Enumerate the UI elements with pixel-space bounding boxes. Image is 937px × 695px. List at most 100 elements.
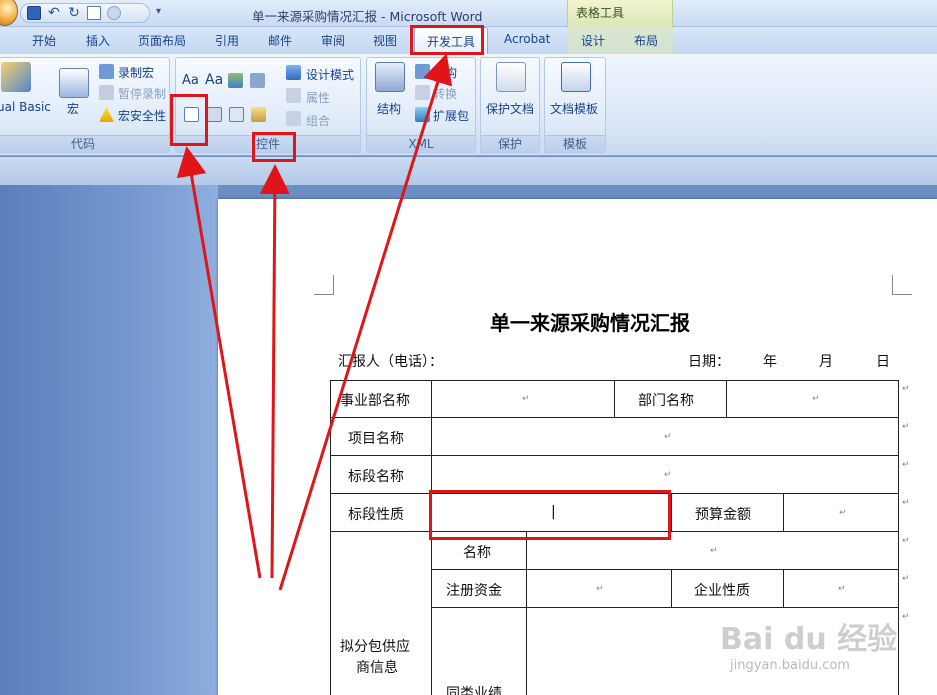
paragraph-mark: ↵ — [522, 394, 530, 404]
drop-down-list-control-icon[interactable] — [207, 107, 222, 122]
table-border — [431, 569, 899, 570]
cell-supplier-info-line2[interactable]: 商信息 — [356, 657, 398, 677]
expansion-pack-icon — [415, 107, 430, 122]
print-preview-icon[interactable] — [87, 6, 101, 20]
visual-basic-button[interactable]: ual Basic — [0, 100, 51, 114]
tab-acrobat[interactable]: Acrobat — [504, 32, 550, 52]
cell-similar-performance[interactable]: 同类业绩 — [446, 683, 502, 695]
cell-department-name[interactable]: 部门名称 — [638, 390, 694, 410]
group-icon — [286, 111, 301, 126]
cell-section-nature[interactable]: 标段性质 — [348, 504, 404, 524]
tab-home[interactable]: 开始 — [32, 32, 56, 52]
table-border — [614, 380, 615, 417]
group-button[interactable]: 组合 — [306, 112, 330, 129]
paragraph-mark: ↵ — [838, 584, 846, 594]
undo-icon[interactable]: ↶ — [47, 6, 61, 20]
year-label[interactable]: 年 — [763, 351, 777, 371]
visual-basic-icon — [1, 62, 31, 92]
ruler-area: 8 6 4 2 2 4 6 8 10 12 14 16 18 20 22 24 … — [0, 157, 937, 335]
table-tools-label: 表格工具 — [576, 6, 625, 20]
highlight-table-cell — [429, 490, 671, 540]
tab-references[interactable]: 引用 — [215, 32, 239, 52]
tab-review[interactable]: 审阅 — [321, 32, 345, 52]
paragraph-mark: ↵ — [710, 546, 718, 556]
group-xml-label: XML — [367, 135, 475, 152]
protect-document-icon — [496, 62, 526, 92]
date-picker-control-icon[interactable] — [229, 107, 244, 122]
cell-supplier-info-line1[interactable]: 拟分包供应 — [340, 636, 410, 656]
row-end-mark: ↵ — [902, 498, 910, 508]
office-button-icon[interactable] — [0, 0, 18, 26]
quick-access-toolbar: ↶ ↻ — [20, 3, 150, 23]
macro-security-button[interactable]: 宏安全性 — [118, 107, 166, 124]
row-end-mark: ↵ — [902, 574, 910, 584]
crop-mark-top-left — [314, 275, 334, 295]
title-bar: ↶ ↻ ▾ 表格工具 单一来源采购情况汇报 - Microsoft Word — [0, 0, 937, 27]
row-end-mark: ↵ — [902, 536, 910, 546]
reporter-label[interactable]: 汇报人（电话）： — [338, 351, 443, 371]
properties-button[interactable]: 属性 — [306, 89, 330, 106]
cell-project-name[interactable]: 项目名称 — [348, 428, 404, 448]
record-macro-button[interactable]: 录制宏 — [118, 64, 154, 81]
picture-control-icon[interactable] — [228, 73, 243, 88]
schema-icon — [415, 64, 430, 79]
plain-text-control-button[interactable]: Aa — [205, 72, 223, 88]
document-title[interactable]: 单一来源采购情况汇报 — [490, 307, 690, 336]
legacy-tools-icon[interactable] — [251, 107, 266, 122]
paragraph-mark: ↵ — [839, 508, 847, 518]
document-template-button[interactable]: 文档模板 — [550, 100, 598, 117]
row-end-mark: ↵ — [902, 384, 910, 394]
tab-view[interactable]: 视图 — [373, 32, 397, 52]
record-macro-icon — [99, 64, 114, 79]
tab-page-layout[interactable]: 页面布局 — [138, 32, 186, 52]
tab-design[interactable]: 设计 — [581, 32, 605, 52]
table-border — [671, 493, 672, 531]
date-label[interactable]: 日期： — [688, 351, 730, 371]
pause-recording-button[interactable]: 暂停录制 — [118, 85, 166, 102]
cell-registered-capital[interactable]: 注册资金 — [446, 580, 502, 600]
watermark-url: jingyan.baidu.com — [730, 658, 850, 673]
group-protect-label: 保护 — [481, 135, 539, 152]
crop-mark-top-right — [892, 275, 912, 295]
group-protect: 保护文档 保护 — [480, 57, 540, 153]
pause-recording-icon — [99, 85, 114, 100]
group-code-label: 代码 — [0, 135, 169, 152]
design-mode-button[interactable]: 设计模式 — [306, 66, 354, 83]
quick-access-circle-icon[interactable] — [107, 6, 121, 20]
workspace-background — [0, 157, 218, 695]
structure-button[interactable]: 结构 — [377, 100, 401, 117]
design-mode-icon — [286, 65, 301, 80]
paragraph-mark: ↵ — [812, 394, 820, 404]
save-icon[interactable] — [27, 6, 41, 20]
cell-budget-amount[interactable]: 预算金额 — [695, 504, 751, 524]
customize-qat-icon[interactable]: ▾ — [156, 6, 161, 17]
schema-button[interactable]: 架构 — [433, 64, 457, 81]
highlight-controls-group — [252, 132, 296, 162]
properties-icon — [286, 88, 301, 103]
document-template-icon — [561, 62, 591, 92]
window-title: 单一来源采购情况汇报 - Microsoft Word — [252, 9, 483, 24]
building-block-control-icon[interactable] — [250, 73, 265, 88]
table-border — [783, 493, 784, 531]
day-label[interactable]: 日 — [876, 351, 890, 371]
macros-button[interactable]: 宏 — [67, 100, 79, 117]
table-border — [330, 380, 331, 695]
table-border — [726, 380, 727, 417]
tab-insert[interactable]: 插入 — [86, 32, 110, 52]
protect-document-button[interactable]: 保护文档 — [486, 100, 534, 117]
rich-text-control-button[interactable]: Aa — [182, 73, 199, 88]
tab-mailings[interactable]: 邮件 — [268, 32, 292, 52]
highlight-developer-tab — [410, 25, 484, 55]
cell-section-name[interactable]: 标段名称 — [348, 466, 404, 486]
transform-button[interactable]: 转换 — [433, 85, 457, 102]
warning-icon — [99, 107, 114, 122]
table-border — [330, 417, 899, 418]
expansion-pack-button[interactable]: 扩展包 — [433, 107, 469, 124]
table-tools-context-group: 表格工具 — [567, 0, 673, 27]
cell-dept-name[interactable]: 事业部名称 — [340, 390, 410, 410]
tab-layout[interactable]: 布局 — [634, 32, 658, 52]
table-border — [526, 531, 527, 695]
month-label[interactable]: 月 — [819, 351, 833, 371]
redo-icon[interactable]: ↻ — [67, 6, 81, 20]
cell-supplier-name[interactable]: 名称 — [463, 542, 491, 562]
